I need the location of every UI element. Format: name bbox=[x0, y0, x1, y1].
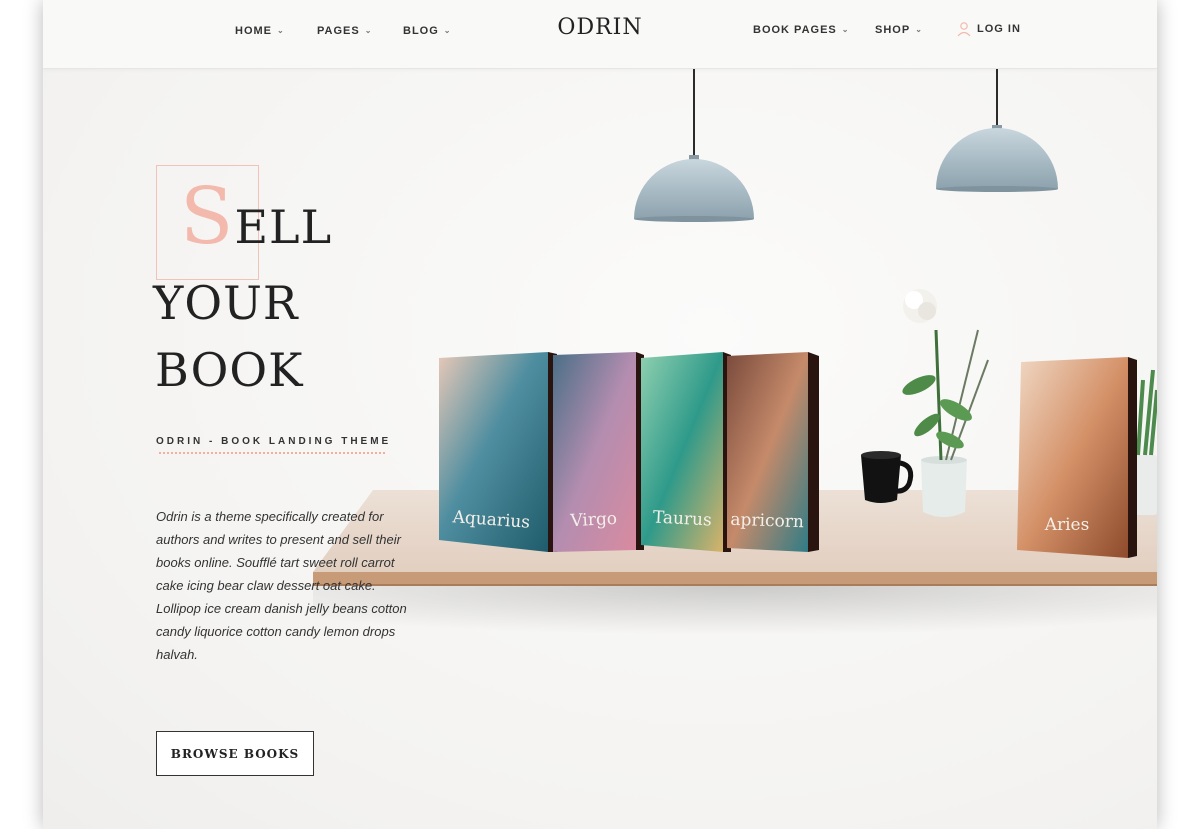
subtitle-underline bbox=[158, 452, 386, 454]
nav-pages-label: PAGES bbox=[317, 25, 360, 37]
chevron-down-icon: ⌄ bbox=[915, 24, 923, 34]
hero-title-line3: BOOK bbox=[155, 343, 304, 397]
nav-pages[interactable]: PAGES ⌄ bbox=[317, 24, 372, 38]
browse-books-button[interactable]: BROWSE BOOKS bbox=[156, 731, 314, 776]
page-frame: Aquarius Virgo Taurus apricorn Aries HOM… bbox=[43, 0, 1157, 829]
hero-cap-letter: S bbox=[180, 172, 235, 262]
site-header: HOME ⌄ PAGES ⌄ BLOG ⌄ ODRIN BOOK PAGES ⌄… bbox=[43, 0, 1157, 69]
hero-line1-rest: ELL bbox=[234, 200, 333, 254]
nav-home-label: HOME bbox=[235, 25, 272, 37]
login-link[interactable]: LOG IN bbox=[956, 22, 1021, 37]
hero-title-line1: SELL bbox=[180, 172, 332, 262]
nav-home[interactable]: HOME ⌄ bbox=[235, 24, 285, 38]
login-label: LOG IN bbox=[977, 23, 1021, 35]
nav-book-pages-label: BOOK PAGES bbox=[753, 24, 837, 36]
chevron-down-icon: ⌄ bbox=[443, 25, 452, 35]
nav-shop-label: SHOP bbox=[875, 24, 911, 36]
hero-title-line2: YOUR bbox=[153, 276, 299, 330]
chevron-down-icon: ⌄ bbox=[841, 24, 850, 34]
nav-shop[interactable]: SHOP ⌄ bbox=[875, 23, 923, 37]
user-icon bbox=[957, 22, 971, 37]
nav-blog-label: BLOG bbox=[403, 25, 439, 37]
nav-blog[interactable]: BLOG ⌄ bbox=[403, 24, 451, 38]
chevron-down-icon: ⌄ bbox=[364, 25, 373, 35]
page-background bbox=[43, 0, 1157, 829]
hero-description: Odrin is a theme specifically created fo… bbox=[156, 509, 407, 662]
nav-book-pages[interactable]: BOOK PAGES ⌄ bbox=[753, 23, 849, 37]
site-logo[interactable]: ODRIN bbox=[552, 12, 648, 44]
chevron-down-icon: ⌄ bbox=[277, 25, 285, 35]
hero-subtitle: ODRIN - BOOK LANDING THEME bbox=[156, 436, 392, 447]
